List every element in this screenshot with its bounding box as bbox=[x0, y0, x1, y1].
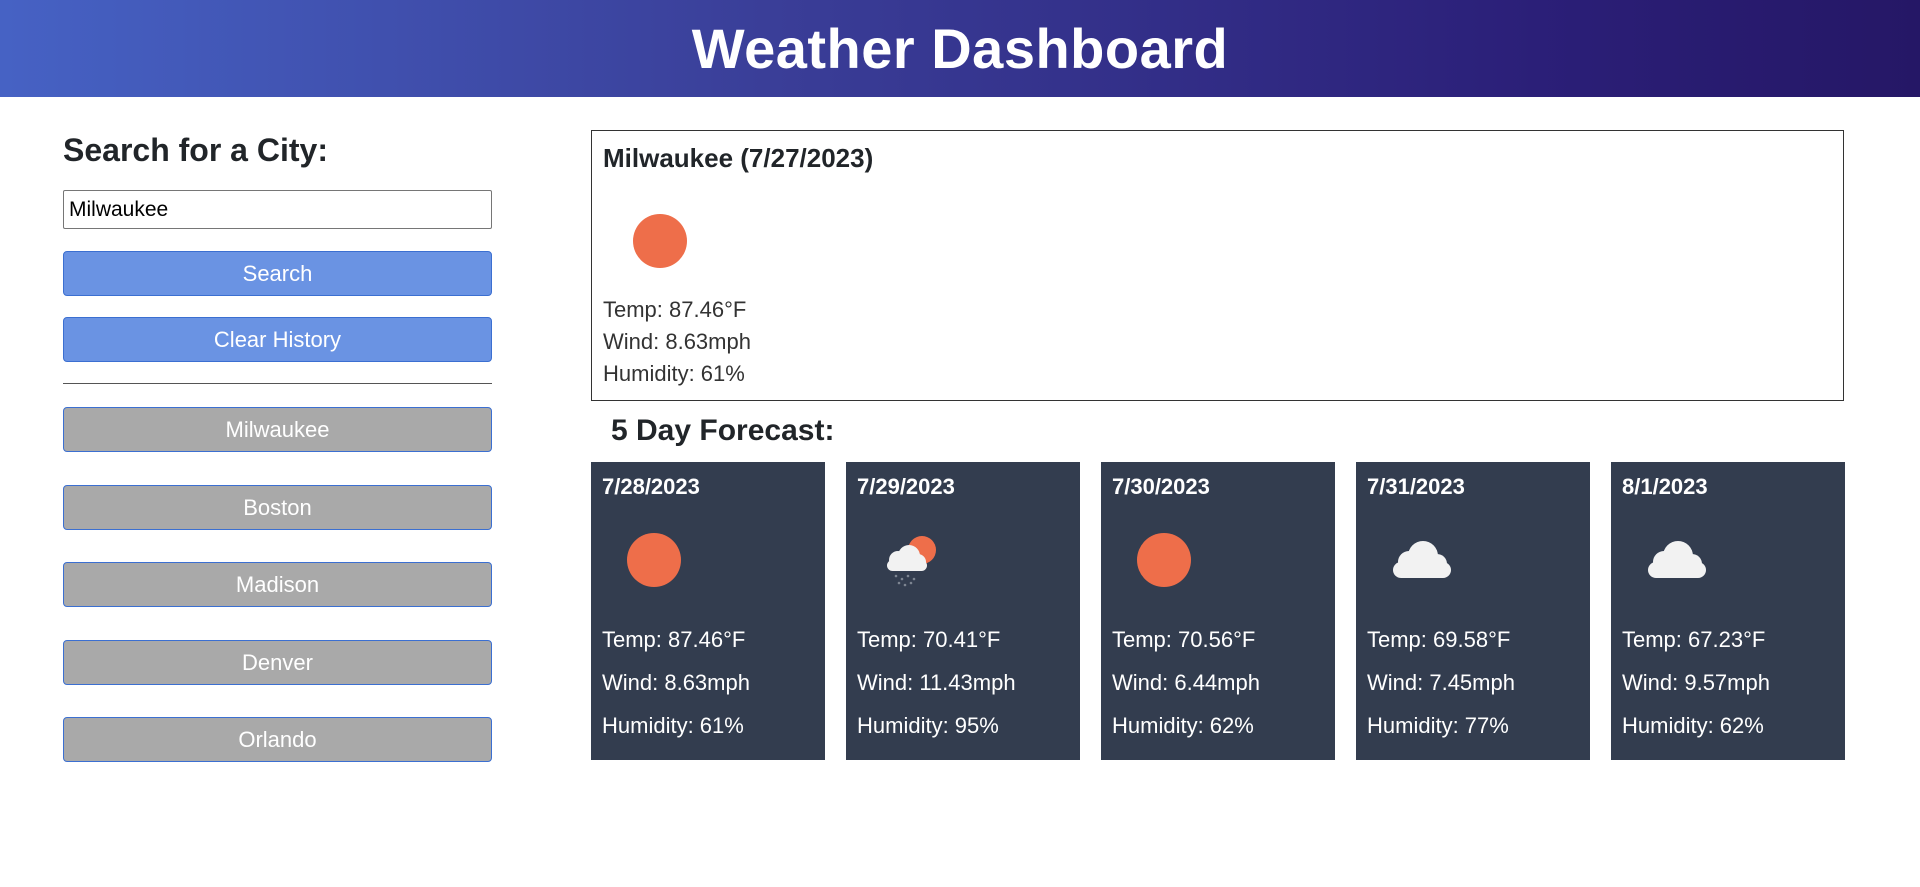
history-button-madison[interactable]: Madison bbox=[63, 562, 492, 607]
sun-icon bbox=[627, 533, 681, 587]
sun-icon bbox=[633, 214, 687, 268]
search-sidebar: Search for a City: Search Clear History … bbox=[63, 128, 492, 762]
forecast-wind: Wind: 6.44mph bbox=[1112, 670, 1260, 695]
sidebar-divider bbox=[63, 383, 492, 384]
search-heading: Search for a City: bbox=[63, 132, 328, 168]
history-button-boston[interactable]: Boston bbox=[63, 485, 492, 530]
current-humidity: Humidity: 61% bbox=[603, 361, 745, 386]
forecast-humidity: Humidity: 61% bbox=[602, 713, 744, 738]
page-title: Weather Dashboard bbox=[691, 17, 1229, 80]
forecast-humidity: Humidity: 62% bbox=[1112, 713, 1254, 738]
forecast-temp: Temp: 70.56°F bbox=[1112, 627, 1256, 652]
forecast-card: 7/29/2023 Temp: 70.41°F Wind: 11.43mph H… bbox=[846, 462, 1080, 760]
cloud-icon bbox=[1393, 541, 1451, 578]
clear-history-button[interactable]: Clear History bbox=[63, 317, 492, 362]
forecast-temp: Temp: 87.46°F bbox=[602, 627, 746, 652]
forecast-wind: Wind: 11.43mph bbox=[857, 670, 1016, 695]
forecast-humidity: Humidity: 62% bbox=[1622, 713, 1764, 738]
history-button-milwaukee[interactable]: Milwaukee bbox=[63, 407, 492, 452]
forecast-card: 7/31/2023 Temp: 69.58°F Wind: 7.45mph Hu… bbox=[1356, 462, 1590, 760]
cloud-icon bbox=[1648, 541, 1706, 578]
page-header: Weather Dashboard bbox=[0, 0, 1920, 97]
current-temp: Temp: 87.46°F bbox=[603, 297, 747, 322]
forecast-wind: Wind: 9.57mph bbox=[1622, 670, 1770, 695]
forecast-card: 7/30/2023 Temp: 70.56°F Wind: 6.44mph Hu… bbox=[1101, 462, 1335, 760]
forecast-date: 7/30/2023 bbox=[1112, 474, 1210, 499]
rain-cloud-sun-icon bbox=[887, 536, 936, 587]
forecast-wind: Wind: 8.63mph bbox=[602, 670, 750, 695]
forecast-card: 8/1/2023 Temp: 67.23°F Wind: 9.57mph Hum… bbox=[1611, 462, 1845, 760]
current-wind: Wind: 8.63mph bbox=[603, 329, 751, 354]
forecast-temp: Temp: 70.41°F bbox=[857, 627, 1001, 652]
search-button[interactable]: Search bbox=[63, 251, 492, 296]
forecast-temp: Temp: 67.23°F bbox=[1622, 627, 1766, 652]
forecast-temp: Temp: 69.58°F bbox=[1367, 627, 1511, 652]
forecast-humidity: Humidity: 77% bbox=[1367, 713, 1509, 738]
forecast-date: 7/28/2023 bbox=[602, 474, 700, 499]
sun-icon bbox=[1137, 533, 1191, 587]
forecast-card: 7/28/2023 Temp: 87.46°F Wind: 8.63mph Hu… bbox=[591, 462, 825, 760]
city-search-input[interactable] bbox=[63, 190, 492, 229]
forecast-humidity: Humidity: 95% bbox=[857, 713, 999, 738]
history-button-denver[interactable]: Denver bbox=[63, 640, 492, 685]
forecast-date: 7/31/2023 bbox=[1367, 474, 1465, 499]
forecast-date: 7/29/2023 bbox=[857, 474, 955, 499]
current-city-title: Milwaukee (7/27/2023) bbox=[603, 143, 874, 173]
history-button-orlando[interactable]: Orlando bbox=[63, 717, 492, 762]
current-weather-panel: Milwaukee (7/27/2023) Temp: 87.46°F Wind… bbox=[591, 130, 1844, 401]
forecast-wind: Wind: 7.45mph bbox=[1367, 670, 1515, 695]
forecast-date: 8/1/2023 bbox=[1622, 474, 1708, 499]
forecast-title: 5 Day Forecast: bbox=[611, 414, 835, 447]
